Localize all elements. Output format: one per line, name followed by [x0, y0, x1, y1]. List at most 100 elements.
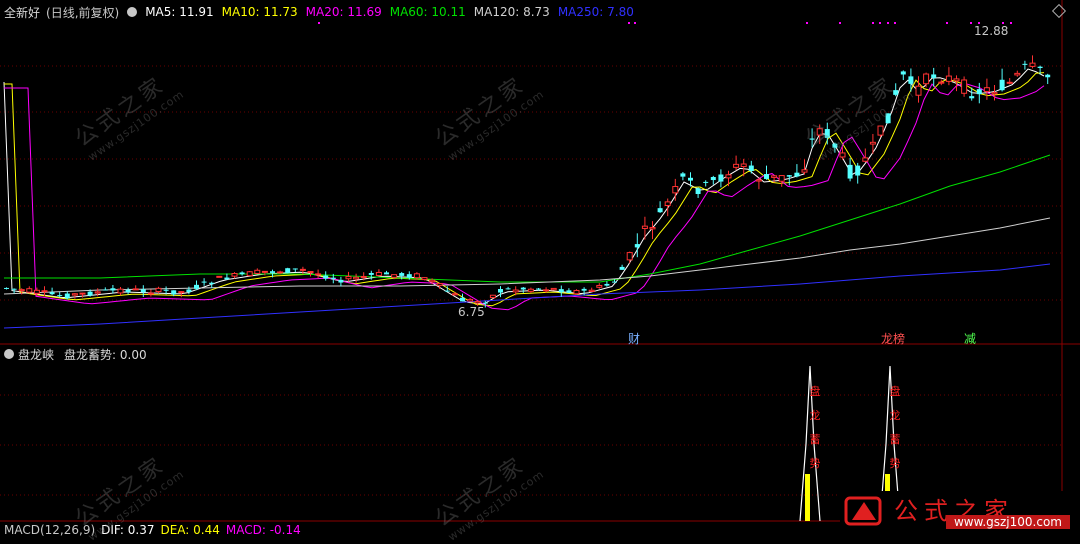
candle-body	[634, 244, 640, 248]
candle-body	[270, 271, 275, 273]
candle-body	[1037, 66, 1043, 68]
candle-body	[155, 287, 162, 293]
candle-body	[1022, 63, 1028, 65]
ma120-label: MA120: 8.73	[473, 5, 550, 19]
candle-body	[194, 284, 199, 289]
candle-body	[855, 165, 861, 176]
finance-marker[interactable]: 财	[628, 330, 640, 347]
candle-body	[421, 277, 428, 281]
macd-dea: DEA: 0.44	[160, 523, 220, 537]
ma5-label: MA5: 11.91	[145, 5, 214, 19]
signal-char: 龙	[889, 409, 901, 422]
candle-body	[498, 289, 503, 293]
candle-body	[619, 266, 625, 270]
candle-body	[1014, 72, 1021, 76]
candle-body	[209, 282, 215, 284]
candle-body	[953, 78, 960, 82]
candle-body	[345, 276, 352, 280]
signal-char: 势	[809, 457, 821, 470]
candle-body	[703, 181, 709, 183]
candle-body	[49, 292, 55, 295]
candle-body	[125, 289, 131, 293]
candle-body	[976, 89, 982, 95]
candle-body	[299, 268, 306, 271]
candle-body	[413, 273, 420, 279]
candle-body	[360, 275, 367, 278]
candle-body	[527, 288, 534, 292]
candle-body	[467, 298, 474, 302]
candle-body	[664, 201, 671, 207]
candle-body	[923, 73, 930, 85]
candle-body	[79, 292, 86, 295]
indicator-name: 盘龙峡	[18, 347, 55, 362]
candle-body	[536, 288, 541, 290]
candle-body	[460, 297, 465, 302]
candle-body	[938, 81, 945, 84]
candle-body	[543, 289, 550, 292]
candle-body	[983, 87, 990, 92]
candle-body	[588, 289, 595, 292]
settings-icon[interactable]	[127, 7, 138, 17]
candle-body	[740, 163, 747, 168]
candle-body	[489, 294, 496, 299]
candle-body	[292, 268, 298, 270]
candle-body	[246, 271, 253, 277]
candle-body	[323, 275, 329, 279]
ma60-line	[4, 154, 1051, 283]
signal-dots	[318, 22, 1012, 24]
signal-char: 盘	[809, 385, 821, 398]
candle-body	[216, 275, 223, 278]
candle-body	[171, 290, 177, 295]
candle-body	[778, 175, 785, 182]
candle-body	[755, 179, 762, 182]
settings-icon[interactable]	[4, 349, 14, 359]
candle-body	[672, 186, 679, 194]
signal-char: 盘	[889, 385, 901, 398]
candle-body	[429, 279, 436, 283]
candle-body	[710, 177, 716, 181]
candle-body	[384, 272, 389, 275]
candle-body	[573, 289, 580, 295]
candle-body	[406, 274, 412, 278]
ma250-label: MA250: 7.80	[557, 5, 634, 19]
candle-body	[558, 289, 564, 293]
candle-body	[87, 291, 93, 296]
signal-text-2: 盘龙蓄势	[888, 380, 902, 476]
ma10-label: MA10: 11.73	[221, 5, 298, 19]
candle-body	[945, 75, 952, 82]
candle-body	[786, 175, 792, 177]
candle-body	[201, 281, 207, 283]
candle-body	[375, 271, 382, 276]
candle-body	[961, 79, 968, 94]
candle-body	[877, 125, 884, 136]
candle-body	[748, 165, 754, 171]
candle-body	[307, 271, 314, 274]
candle-body	[474, 300, 481, 304]
main-legend: 全新好 (日线,前复权) MA5: 11.91 MA10: 11.73 MA20…	[4, 3, 636, 21]
grid-lines	[0, 65, 1062, 496]
candle-body	[261, 270, 268, 273]
candle-body	[277, 271, 284, 274]
logo-mark-icon	[844, 496, 882, 526]
ma20-label: MA20: 11.69	[305, 5, 382, 19]
candle-body	[444, 290, 450, 292]
candle-body	[794, 172, 800, 177]
candle-body	[224, 277, 230, 280]
dragon-list-marker[interactable]: 龙榜	[881, 330, 905, 347]
candle-body	[764, 174, 769, 179]
candle-body	[520, 287, 526, 290]
ma250-line	[3, 263, 1051, 329]
candle-body	[18, 289, 25, 292]
candle-body	[733, 163, 740, 168]
reduce-marker[interactable]: 减	[964, 330, 976, 347]
candle-body	[725, 174, 732, 179]
candle-body	[512, 289, 519, 293]
candle-body	[33, 289, 40, 294]
candle-body	[915, 85, 922, 96]
candle-body	[338, 279, 344, 283]
candle-body	[399, 273, 405, 276]
adjust-mode: (日线,前复权)	[46, 5, 120, 20]
stock-name: 全新好	[4, 5, 41, 20]
candle-body	[566, 290, 572, 293]
candle-body	[847, 164, 853, 179]
